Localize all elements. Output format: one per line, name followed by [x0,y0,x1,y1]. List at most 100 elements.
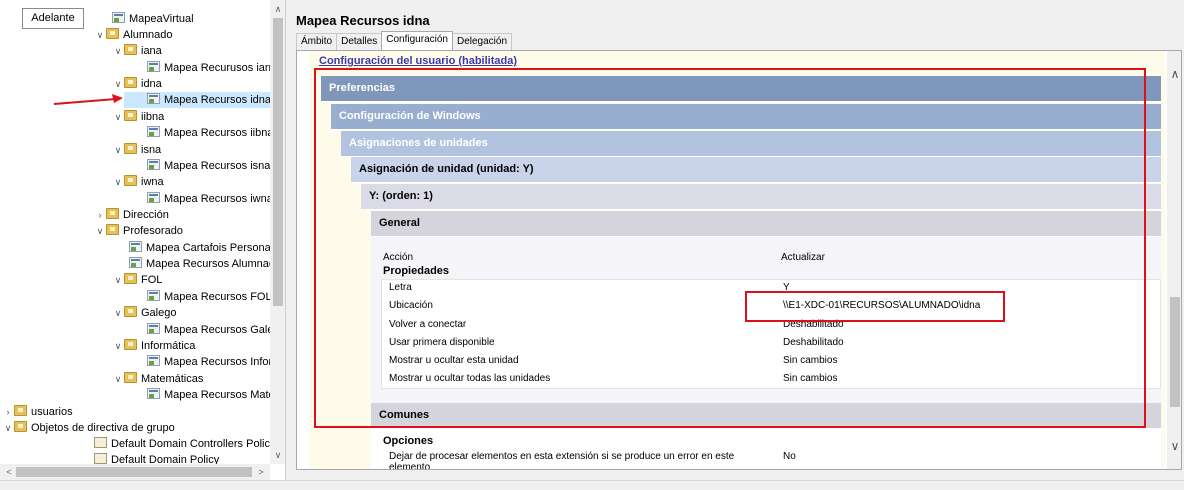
ou-folder-icon [124,44,137,55]
tree-item-usuarios[interactable]: › usuarios [2,404,73,420]
red-arrow-annotation [53,94,123,105]
tree-item-matematicas[interactable]: ∨ Matemáticas [112,371,203,387]
ou-folder-icon [124,110,137,121]
section-preferencias[interactable]: Preferencias [321,76,1161,102]
tree-item-mapea-recursos-isna[interactable]: Mapea Recursos isna [147,158,270,174]
tree-item-mapea-recursos-fol[interactable]: Mapea Recursos FOL [147,289,272,305]
gpo-link-icon [147,126,160,137]
tree-item-idna[interactable]: ∨ idna [112,76,162,92]
prop-mostrar-esta-value: Sin cambios [783,355,838,366]
tree-item-mapea-recursos-matematicas[interactable]: Mapea Recursos Mate [147,387,275,403]
chevron-down-icon[interactable]: ∨ [112,43,124,59]
section-comunes[interactable]: Comunes [371,403,1161,429]
chevron-down-icon[interactable]: ∨ [112,174,124,190]
user-config-link[interactable]: Configuración del usuario (habilitada) [319,55,517,67]
section-asignacion-unidad[interactable]: Asignación de unidad (unidad: Y) [351,157,1161,183]
chevron-down-icon[interactable]: ∨ [94,27,106,43]
tree-item-mapea-recurusos-iana[interactable]: Mapea Recurusos iana [147,60,277,76]
scroll-up-icon[interactable]: ∧ [270,2,285,16]
chevron-down-icon[interactable]: ∨ [112,142,124,158]
tree-item-mapea-recursos-iwna[interactable]: Mapea Recursos iwna [147,191,273,207]
prop-ubicacion-label: Ubicación [389,300,433,311]
chevron-down-icon[interactable]: ∨ [112,305,124,321]
scroll-thumb[interactable] [16,467,252,477]
tree-item-default-dc-policy[interactable]: Default Domain Controllers Polic [94,436,270,452]
tree-vertical-scrollbar[interactable]: ∧ ∨ [270,0,285,464]
gpo-container-icon [14,421,27,432]
ou-folder-icon [124,372,137,383]
tree-item-mapeavirtual[interactable]: MapeaVirtual [112,11,194,27]
propiedades-heading: Propiedades [383,265,450,277]
chevron-down-icon[interactable]: ∨ [112,76,124,92]
scroll-down-icon[interactable]: ∨ [1167,439,1181,453]
scroll-thumb[interactable] [1170,297,1180,407]
opciones-heading: Opciones [383,435,434,447]
accion-label: Acción [383,252,414,263]
chevron-down-icon[interactable]: ∨ [112,338,124,354]
scroll-down-icon[interactable]: ∨ [270,448,285,462]
tree-item-iana[interactable]: ∨ iana [112,43,162,59]
tree-item-profesorado[interactable]: ∨ Profesorado [94,223,183,239]
report-vertical-scrollbar[interactable]: ∧ ∨ [1167,51,1181,469]
ou-folder-icon [106,208,119,219]
gpo-link-icon [129,241,142,252]
ou-folder-icon [124,77,137,88]
tree-item-galego[interactable]: ∨ Galego [112,305,176,321]
prop-volver-label: Volver a conectar [389,319,467,330]
tree-item-direccion[interactable]: › Dirección [94,207,169,223]
chevron-down-icon[interactable]: ∨ [112,272,124,288]
gpo-icon [94,437,107,448]
gpo-link-icon [129,257,142,268]
scroll-left-icon[interactable]: < [2,464,16,480]
ou-folder-icon [124,339,137,350]
gpo-link-icon [147,93,160,104]
prop-letra-label: Letra [389,282,412,293]
tree-item-isna[interactable]: ∨ isna [112,142,161,158]
gpo-link-icon [147,323,160,334]
chevron-down-icon[interactable]: ∨ [112,371,124,387]
tree-item-alumnado[interactable]: ∨ Alumnado [94,27,173,43]
tree-item-iwna[interactable]: ∨ iwna [112,174,164,190]
tree-item-mapea-cartafois[interactable]: Mapea Cartafois Personai [129,240,273,256]
accion-value: Actualizar [781,252,825,263]
tree-item-mapea-recursos-alumnado[interactable]: Mapea Recursos Alumnac [129,256,274,272]
gpo-link-icon [147,388,160,399]
section-general[interactable]: General [371,211,1161,237]
chevron-down-icon[interactable]: ∨ [2,420,14,436]
gpo-link-icon [147,159,160,170]
chevron-right-icon[interactable]: › [94,207,106,223]
prop-mostrar-todas-value: Sin cambios [783,373,838,384]
tab-detalles[interactable]: Detalles [336,33,383,50]
scroll-right-icon[interactable]: > [254,464,268,480]
prop-volver-value: Deshabilitado [783,319,844,330]
chevron-down-icon[interactable]: ∨ [112,109,124,125]
prop-mostrar-esta-label: Mostrar u ocultar esta unidad [389,355,519,366]
tree-item-mapea-recursos-idna[interactable]: Mapea Recursos idna [124,92,271,108]
ou-folder-icon [124,306,137,317]
gpo-link-icon [147,192,160,203]
tree-item-mapea-recursos-galego[interactable]: Mapea Recursos Galeg [147,322,280,338]
tree-item-mapea-recursos-informatica[interactable]: Mapea Recursos Inforı [147,354,275,370]
ou-folder-icon [106,224,119,235]
ou-folder-icon [124,175,137,186]
tab-ambito[interactable]: Ámbito [296,33,338,50]
tree-item-fol[interactable]: ∨ FOL [112,272,162,288]
chevron-down-icon[interactable]: ∨ [94,223,106,239]
tree-horizontal-scrollbar[interactable]: < > [0,464,270,480]
scroll-thumb[interactable] [273,18,283,306]
tree-item-gpo-container[interactable]: ∨ Objetos de directiva de grupo [2,420,175,436]
chevron-right-icon[interactable]: › [2,404,14,420]
section-asignaciones[interactable]: Asignaciones de unidades [341,131,1161,157]
tree-item-informatica[interactable]: ∨ Informática [112,338,195,354]
tree-item-iibna[interactable]: ∨ iibna [112,109,164,125]
prop-letra-value: Y [783,282,790,293]
tab-delegacion[interactable]: Delegación [451,33,513,50]
tab-configuracion[interactable]: Configuración [381,31,453,50]
ou-folder-icon [124,143,137,154]
prop-ubicacion-value: \\E1-XDC-01\RECURSOS\ALUMNADO\idna [783,300,981,311]
navigation-tree: Adelante MapeaVirtual ∨ Alumnado ∨ iana Ma… [0,0,286,480]
scroll-up-icon[interactable]: ∧ [1167,67,1181,81]
section-config-windows[interactable]: Configuración de Windows [331,104,1161,130]
section-orden[interactable]: Y: (orden: 1) [361,184,1161,210]
tree-item-mapea-recursos-iibna[interactable]: Mapea Recursos iibna [147,125,273,141]
